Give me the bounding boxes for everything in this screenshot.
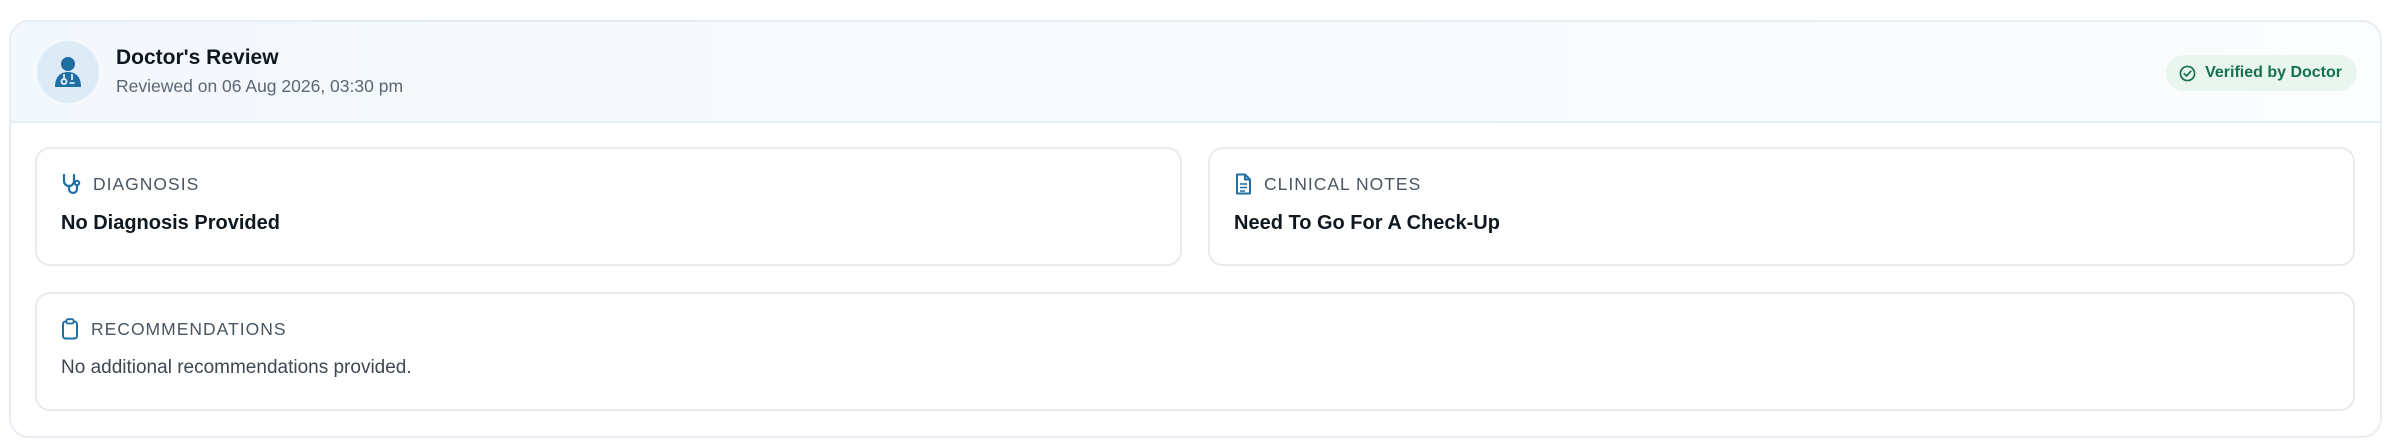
- recommendations-label-text: RECOMMENDATIONS: [91, 318, 287, 339]
- diagnosis-panel: DIAGNOSIS No Diagnosis Provided: [35, 147, 1182, 266]
- clinical-notes-panel: CLINICAL NOTES Need To Go For A Check-Up: [1208, 147, 2355, 266]
- card-header: Doctor's Review Reviewed on 06 Aug 2026,…: [11, 22, 2380, 123]
- diagnosis-label: DIAGNOSIS: [61, 173, 199, 195]
- check-circle-icon: [2179, 65, 2196, 82]
- recommendations-value: No additional recommendations provided.: [61, 357, 412, 378]
- doctor-icon: [37, 41, 99, 103]
- verified-badge-label: Verified by Doctor: [2205, 64, 2342, 81]
- clinical-notes-label: CLINICAL NOTES: [1234, 173, 1421, 195]
- stethoscope-icon: [61, 173, 81, 195]
- card-title: Doctor's Review: [116, 46, 279, 69]
- diagnosis-label-text: DIAGNOSIS: [93, 173, 200, 194]
- clipboard-icon: [61, 318, 79, 340]
- diagnosis-value: No Diagnosis Provided: [61, 212, 280, 234]
- document-icon: [1234, 173, 1252, 195]
- recommendations-label: RECOMMENDATIONS: [61, 318, 287, 340]
- verified-badge: Verified by Doctor: [2166, 55, 2357, 91]
- review-timestamp: Reviewed on 06 Aug 2026, 03:30 pm: [116, 76, 404, 96]
- clinical-notes-value: Need To Go For A Check-Up: [1234, 212, 1500, 234]
- recommendations-panel: RECOMMENDATIONS No additional recommenda…: [35, 292, 2355, 411]
- doctors-review-card: Doctor's Review Reviewed on 06 Aug 2026,…: [9, 20, 2382, 438]
- clinical-notes-label-text: CLINICAL NOTES: [1264, 173, 1422, 194]
